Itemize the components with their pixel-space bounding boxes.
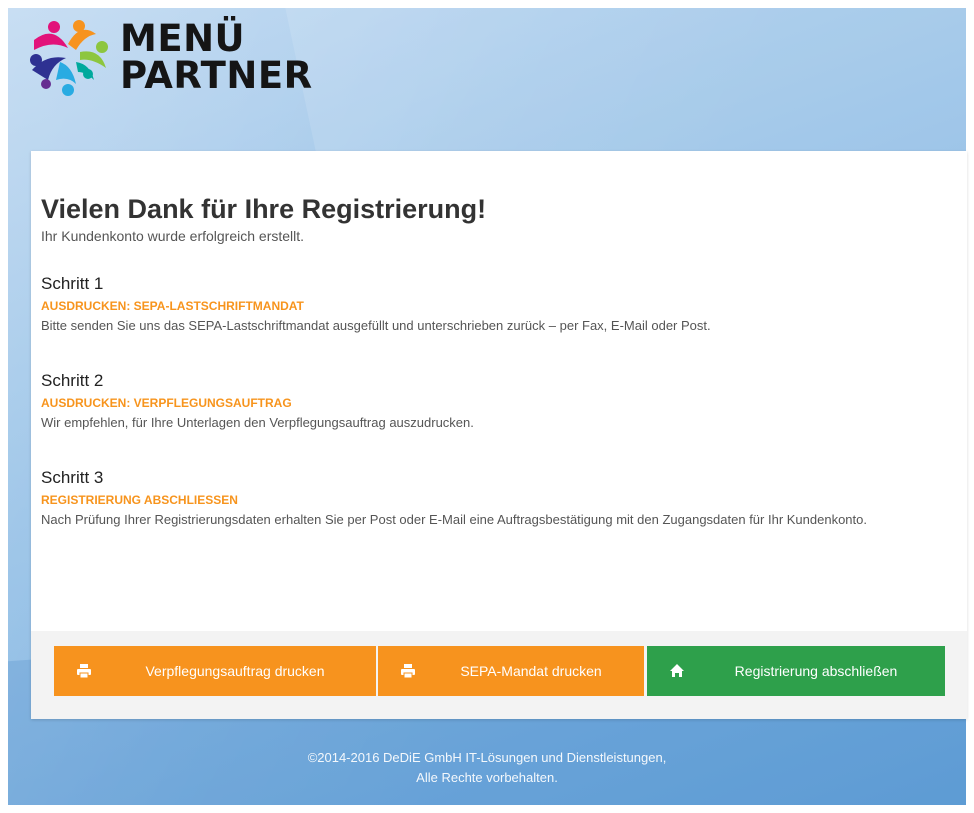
logo-line-1: MENÜ — [120, 17, 246, 60]
print-order-label: Verpflegungsauftrag drucken — [145, 663, 325, 679]
copyright-footer: ©2014-2016 DeDiE GmbH IT-Lösungen und Di… — [8, 748, 966, 788]
steps-list: Schritt 1 AUSDRUCKEN: SEPA-LASTSCHRIFTMA… — [41, 274, 957, 529]
step-title: Schritt 2 — [41, 371, 104, 390]
print-sepa-label: SEPA-Mandat drucken — [460, 663, 602, 679]
copyright-line-1: ©2014-2016 DeDiE GmbH IT-Lösungen und Di… — [307, 750, 667, 765]
step-1: Schritt 1 AUSDRUCKEN: SEPA-LASTSCHRIFTMA… — [41, 274, 957, 335]
finish-registration-label: Registrierung abschließen — [734, 663, 898, 679]
finish-registration-button[interactable]: Registrierung abschließen — [647, 646, 945, 696]
registration-success-card: Vielen Dank für Ihre Registrierung! Ihr … — [31, 151, 967, 719]
page-subtitle: Ihr Kundenkonto wurde erfolgreich erstel… — [41, 228, 305, 244]
home-icon — [670, 664, 684, 677]
step-2: Schritt 2 AUSDRUCKEN: VERPFLEGUNGSAUFTRA… — [41, 371, 957, 432]
step-description: Nach Prüfung Ihrer Registrierungsdaten e… — [41, 512, 867, 527]
logo-figures-icon — [30, 20, 108, 96]
logo-text: MENÜ PARTNER — [120, 20, 313, 94]
step-title: Schritt 3 — [41, 468, 104, 487]
logo-line-2: PARTNER — [120, 54, 313, 97]
copyright-line-2: Alle Rechte vorbehalten. — [416, 770, 558, 785]
step-description: Bitte senden Sie uns das SEPA-Lastschrif… — [41, 318, 711, 333]
printer-icon — [401, 664, 415, 679]
step-action: AUSDRUCKEN: SEPA-LASTSCHRIFTMANDAT — [41, 299, 304, 313]
page-title: Vielen Dank für Ihre Registrierung! — [41, 194, 487, 224]
menu-partner-logo[interactable]: MENÜ PARTNER — [24, 14, 312, 109]
printer-icon — [77, 664, 91, 679]
step-action: REGISTRIERUNG ABSCHLIESSEN — [41, 493, 238, 507]
card-body: Vielen Dank für Ihre Registrierung! Ihr … — [31, 151, 967, 529]
card-action-bar: Verpflegungsauftrag drucken SEPA-Mandat … — [31, 631, 967, 719]
step-action: AUSDRUCKEN: VERPFLEGUNGSAUFTRAG — [41, 396, 292, 410]
step-3: Schritt 3 REGISTRIERUNG ABSCHLIESSEN Nac… — [41, 468, 957, 529]
step-description: Wir empfehlen, für Ihre Unterlagen den V… — [41, 415, 474, 430]
step-title: Schritt 1 — [41, 274, 104, 293]
print-order-button[interactable]: Verpflegungsauftrag drucken — [54, 646, 376, 696]
print-sepa-button[interactable]: SEPA-Mandat drucken — [378, 646, 644, 696]
